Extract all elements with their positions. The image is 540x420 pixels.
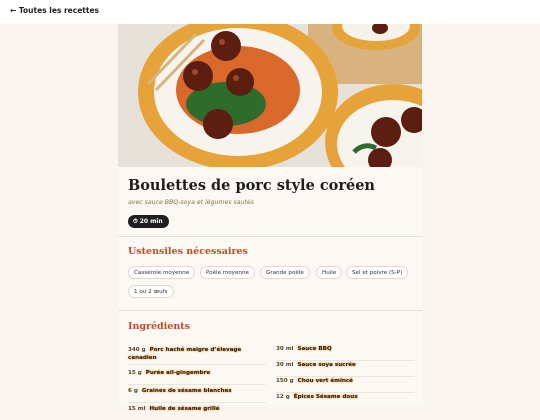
clock-icon: ⏱ — [133, 218, 138, 225]
utensil-chip: Poêle moyenne — [200, 266, 255, 279]
ingredient-name: Graines de sésame blanches — [141, 388, 232, 394]
ingredient-row: 30 ml Sauce soya sucrée — [276, 362, 414, 377]
utensil-chip: Grande poêle — [260, 266, 310, 279]
ingredient-name: Huile de sésame grillé — [149, 406, 220, 412]
ingredient-name: Sauce BBQ — [297, 346, 332, 352]
recipe-title: Boulettes de porc style coréen — [128, 177, 375, 194]
utensils-heading: Ustensiles nécessaires — [128, 246, 248, 257]
recipe-hero-image — [118, 24, 422, 167]
prep-time-value: 20 min — [139, 218, 163, 225]
ingredient-qty: 30 ml — [276, 346, 294, 352]
recipe-card: Boulettes de porc style coréen avec sauc… — [118, 24, 422, 412]
ingredient-row: 30 ml Sauce BBQ — [276, 346, 414, 361]
ingredient-qty: 12 g — [276, 394, 290, 400]
ingredient-row: 15 ml Huile de sésame grillé — [128, 406, 266, 420]
ingredient-name: Épices Sésame doux — [293, 394, 358, 400]
utensil-chip: 1 ou 2 œufs — [128, 285, 174, 298]
meatballs-dish-illustration — [118, 24, 422, 167]
ingredient-name: Chou vert émincé — [297, 378, 353, 384]
ingredients-heading: Ingrédients — [128, 321, 190, 332]
section-divider — [118, 236, 422, 237]
back-to-recipes-link[interactable]: ← Toutes les recettes — [10, 6, 99, 15]
ingredient-name: Sauce soya sucrée — [297, 362, 356, 368]
ingredient-qty: 150 g — [276, 378, 294, 384]
section-divider — [118, 310, 422, 311]
recipe-subtitle: avec sauce BBQ-soya et légumes sautés — [128, 199, 254, 206]
ingredient-row: 15 g Purée ail-gingembre — [128, 370, 266, 385]
ingredient-qty: 15 ml — [128, 406, 146, 412]
utensil-chip: Sel et poivre (S-P) — [346, 266, 409, 279]
utensil-chip: Casserole moyenne — [128, 266, 196, 279]
ingredient-qty: 340 g — [128, 347, 146, 353]
utensil-chip: Huile — [316, 266, 343, 279]
ingredient-qty: 15 g — [128, 370, 142, 376]
ingredient-qty: 30 ml — [276, 362, 294, 368]
ingredient-row: 12 g Épices Sésame doux — [276, 394, 414, 408]
ingredient-qty: 6 g — [128, 388, 138, 394]
ingredient-row: 6 g Graines de sésame blanches — [128, 388, 266, 403]
top-navigation-bar: ← Toutes les recettes — [0, 0, 540, 24]
prep-time-badge: ⏱ 20 min — [128, 215, 169, 228]
ingredient-row: 150 g Chou vert émincé — [276, 378, 414, 393]
ingredient-name: Purée ail-gingembre — [145, 370, 211, 376]
ingredient-row: 340 g Porc haché maigre d’élevage canadie… — [128, 346, 266, 365]
